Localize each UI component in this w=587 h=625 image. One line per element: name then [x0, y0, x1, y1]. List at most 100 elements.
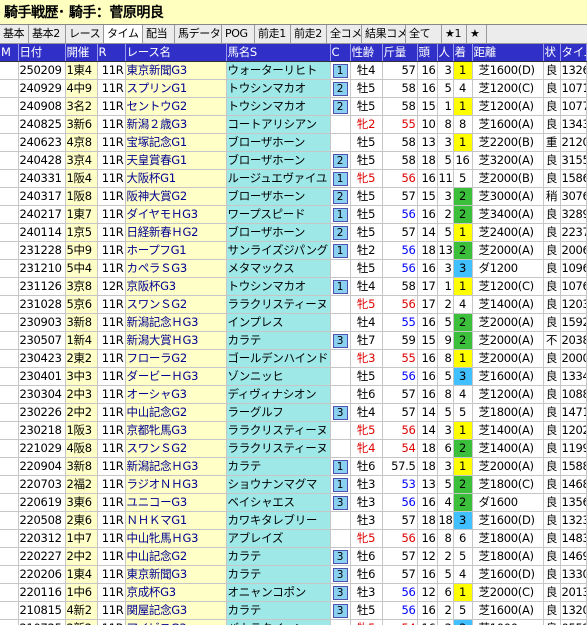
column-header[interactable]: C: [330, 44, 351, 62]
cell-horse[interactable]: トウシンマカオ: [226, 277, 331, 296]
tab-7[interactable]: 前走1: [255, 25, 291, 43]
cell-horse[interactable]: トウシンマカオ: [226, 97, 331, 116]
cell-race[interactable]: 天皇賞春G1: [125, 151, 227, 170]
table-row[interactable]: 220904 3新8 11R 新潟記念ＨG3 カラテ 1 牡6 57.5 18 3 1 芝2000(A…: [0, 457, 587, 476]
cell-horse[interactable]: カラテ: [226, 547, 331, 566]
cell-horse[interactable]: カラテ: [226, 601, 331, 620]
cell-horse[interactable]: ベイシャエス: [226, 493, 331, 512]
table-row[interactable]: 230218 1阪3 11R 京都牝馬G3 ララクリスティーヌ 牝5 56 14 3 1 芝1400…: [0, 421, 587, 440]
cell-race[interactable]: 京都牝馬G3: [125, 421, 227, 440]
cell-race[interactable]: ダービーＨG3: [125, 367, 227, 386]
cell-horse[interactable]: ラーグルフ: [226, 403, 331, 422]
cell-race[interactable]: 中山記念G2: [125, 403, 227, 422]
tab-0[interactable]: 基本: [0, 25, 29, 43]
cell-race[interactable]: 新潟記念ＨG3: [125, 457, 227, 476]
table-row[interactable]: 240623 4京8 11R 宝塚記念G1 ブローザホーン 牡5 58 13 3 1 芝2200(B…: [0, 133, 587, 152]
cell-race[interactable]: ダイヤモＨG3: [125, 205, 227, 224]
table-row[interactable]: 210815 4新2 11R 関屋記念G3 カラテ 3 牡5 56 16 2 5 芝1600(A) 良 1…: [0, 601, 587, 620]
cell-horse[interactable]: オニャンコポン: [226, 583, 331, 602]
table-row[interactable]: 250209 1東4 11R 東京新聞G3 ウォーターリヒト 1 牡4 57 16 3 1 芝1600…: [0, 61, 587, 80]
cell-horse[interactable]: メタマックス: [226, 259, 331, 278]
cell-race[interactable]: アイビスG3: [125, 619, 227, 625]
cell-race[interactable]: 京阪杯G3: [125, 277, 227, 296]
column-header[interactable]: 頭: [417, 44, 438, 62]
table-row[interactable]: 220508 2東6 11R ＮＨＫマG1 カワキタレブリー 牡3 57 18 18 3 芝1600…: [0, 511, 587, 530]
table-row[interactable]: 2107252新211RアイビスG3バカラクイーン牝5541633芝1000良0…: [0, 619, 587, 625]
cell-horse[interactable]: インプレス: [226, 313, 331, 332]
cell-horse[interactable]: ブローザホーン: [226, 133, 331, 152]
cell-horse[interactable]: ララクリスティーヌ: [226, 439, 331, 458]
cell-race[interactable]: セントウG2: [125, 97, 227, 116]
table-row[interactable]: 220116 1中6 11R 京成杯G3 オニャンコポン 3 牡3 56 12 6 1 芝2000(C…: [0, 583, 587, 602]
tab-12[interactable]: ★1: [442, 25, 467, 43]
table-row[interactable]: 230507 1新4 11R 新潟大賞ＨG3 カラテ 3 牡7 59 15 9 2 芝2000(A) 不…: [0, 331, 587, 350]
table-row[interactable]: 230903 3新8 11R 新潟記念ＨG3 インプレス 牡4 55 16 5 2 芝2000(A)…: [0, 313, 587, 332]
cell-race[interactable]: 中山記念G2: [125, 547, 227, 566]
table-row[interactable]: 231126 3京8 12R 京阪杯G3 トウシンマカオ 1 牡4 58 17 1 1 芝1200(C…: [0, 277, 587, 296]
cell-horse[interactable]: バカラクイーン: [226, 619, 331, 625]
tab-1[interactable]: 基本2: [29, 25, 66, 43]
column-header[interactable]: 着: [453, 44, 473, 62]
cell-race[interactable]: ＮＨＫマG1: [125, 511, 227, 530]
cell-horse[interactable]: ディヴィナシオン: [226, 385, 331, 404]
column-header[interactable]: 斤量: [382, 44, 418, 62]
cell-horse[interactable]: ショウナンマグマ: [226, 475, 331, 494]
tab-8[interactable]: 前走2: [291, 25, 327, 43]
cell-race[interactable]: ユニコーG3: [125, 493, 227, 512]
table-row[interactable]: 230401 3中3 11R ダービーＨG3 ゾンニッヒ 牡5 56 16 5 3 芝1600(A)…: [0, 367, 587, 386]
cell-race[interactable]: 新潟大賞ＨG3: [125, 331, 227, 350]
table-row[interactable]: 240428 3京4 11R 天皇賞春G1 ブローザホーン 2 牡5 58 18 5 16 芝3200…: [0, 151, 587, 170]
column-header[interactable]: 性齢: [350, 44, 383, 62]
table-row[interactable]: 240217 1東7 11R ダイヤモＨG3 ワープスピード 1 牡5 56 16 2 2 芝3400…: [0, 205, 587, 224]
cell-race[interactable]: スワンＳG2: [125, 439, 227, 458]
tab-5[interactable]: 馬データ: [175, 25, 222, 43]
table-row[interactable]: 220619 3東6 11R ユニコーG3 ベイシャエス 3 牡3 56 16 4 2 ダ1600 良 1…: [0, 493, 587, 512]
cell-race[interactable]: フローラG2: [125, 349, 227, 368]
table-row[interactable]: 231210 5中4 11R カペラＳG3 メタマックス 牡5 56 16 3 3 ダ1200 良 10…: [0, 259, 587, 278]
cell-race[interactable]: オーシャG3: [125, 385, 227, 404]
cell-race[interactable]: 京成杯G3: [125, 583, 227, 602]
cell-race[interactable]: 新潟２歳G3: [125, 115, 227, 134]
column-header[interactable]: 人: [437, 44, 454, 62]
column-header[interactable]: 日付: [18, 44, 66, 62]
table-row[interactable]: 221029 4阪8 11R スワンＳG2 ララクリスティーヌ 牝4 54 18 6 2 芝1400…: [0, 439, 587, 458]
cell-race[interactable]: カペラＳG3: [125, 259, 227, 278]
cell-horse[interactable]: ゾンニッヒ: [226, 367, 331, 386]
table-row[interactable]: 220312 1中7 11R 中山牝馬ＨG3 アブレイズ 牝5 56 16 8 6 芝1800(A)…: [0, 529, 587, 548]
table-row[interactable]: 240825 3新6 11R 新潟２歳G3 コートアリシアン 牝2 55 10 8 8 芝1600(…: [0, 115, 587, 134]
cell-race[interactable]: 日経新春ＨG2: [125, 223, 227, 242]
table-row[interactable]: 220703 2福2 11R ラジオＮＨG3 ショウナンマグマ 1 牡3 53 13 5 2 芝180…: [0, 475, 587, 494]
column-header[interactable]: 開催: [65, 44, 98, 62]
tab-3[interactable]: タイム: [104, 25, 143, 43]
cell-race[interactable]: 関屋記念G3: [125, 601, 227, 620]
tab-10[interactable]: 結果コメ: [362, 25, 406, 43]
cell-race[interactable]: 新潟記念ＨG3: [125, 313, 227, 332]
cell-horse[interactable]: ブローザホーン: [226, 223, 331, 242]
tab-2[interactable]: レース: [66, 25, 104, 43]
table-row[interactable]: 231228 5中9 11R ホープフG1 サンライズジパング 1 牡2 56 18 13 2 芝20…: [0, 241, 587, 260]
table-row[interactable]: 240114 1京5 11R 日経新春ＨG2 ブローザホーン 2 牡5 57 14 5 1 芝2400…: [0, 223, 587, 242]
cell-race[interactable]: スワンＳG2: [125, 295, 227, 314]
cell-horse[interactable]: ララクリスティーヌ: [226, 295, 331, 314]
cell-horse[interactable]: カラテ: [226, 331, 331, 350]
cell-race[interactable]: 阪神大賞G2: [125, 187, 227, 206]
cell-race[interactable]: 東京新聞G3: [125, 565, 227, 584]
column-header[interactable]: レース名: [125, 44, 227, 62]
column-header[interactable]: タイム: [560, 44, 587, 62]
column-header[interactable]: 馬名S: [226, 44, 331, 62]
cell-race[interactable]: 大阪杯G1: [125, 169, 227, 188]
tab-13[interactable]: ★: [467, 25, 487, 43]
cell-race[interactable]: ラジオＮＨG3: [125, 475, 227, 494]
cell-race[interactable]: 東京新聞G3: [125, 61, 227, 80]
cell-race[interactable]: 中山牝馬ＨG3: [125, 529, 227, 548]
cell-horse[interactable]: ワープスピード: [226, 205, 331, 224]
cell-race[interactable]: スプリンG1: [125, 79, 227, 98]
column-header[interactable]: R: [97, 44, 126, 62]
cell-horse[interactable]: コートアリシアン: [226, 115, 331, 134]
column-header[interactable]: 状: [543, 44, 561, 62]
table-row[interactable]: 220206 1東4 11R 東京新聞G3 カラテ 3 牡6 57 16 5 4 芝1600(D) 良 1…: [0, 565, 587, 584]
tab-11[interactable]: 全て: [406, 25, 442, 43]
table-row[interactable]: 240929 4中9 11R スプリンG1 トウシンマカオ 2 牡5 58 16 5 4 芝1200(…: [0, 79, 587, 98]
table-row[interactable]: 230226 2中2 11R 中山記念G2 ラーグルフ 3 牡4 57 14 5 5 芝1800(A)…: [0, 403, 587, 422]
table-row[interactable]: 240908 3名2 11R セントウG2 トウシンマカオ 2 牡5 58 15 1 1 芝1200(…: [0, 97, 587, 116]
